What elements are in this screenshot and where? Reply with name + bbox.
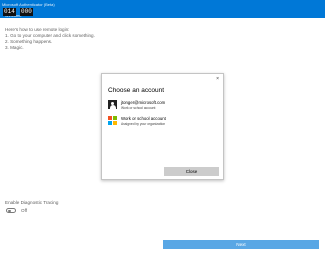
microsoft-logo-icon	[108, 116, 117, 125]
window-title: Microsoft Authenticator (Beta)	[2, 2, 55, 7]
counter-right: 000	[20, 8, 33, 16]
dialog-title: Choose an account	[108, 87, 165, 94]
account-subtitle: Assigned by your organization	[121, 122, 166, 126]
account-item-microsoft[interactable]: jtonger@microsoft.com Work or school acc…	[108, 99, 213, 113]
choose-account-dialog: × Choose an account jtonger@microsoft.co…	[101, 73, 224, 180]
title-bar: Microsoft Authenticator (Beta) Welcome	[0, 0, 325, 18]
counter-left: 014	[3, 8, 16, 16]
account-name: jtonger@microsoft.com	[121, 100, 166, 105]
account-item-work-school[interactable]: Work or school account Assigned by your …	[108, 115, 213, 129]
user-avatar-icon	[108, 100, 117, 109]
close-icon[interactable]: ×	[216, 76, 219, 82]
account-subtitle: Work or school account	[121, 106, 156, 110]
dialog-close-button[interactable]: Close	[164, 167, 219, 176]
account-name: Work or school account	[121, 116, 166, 121]
